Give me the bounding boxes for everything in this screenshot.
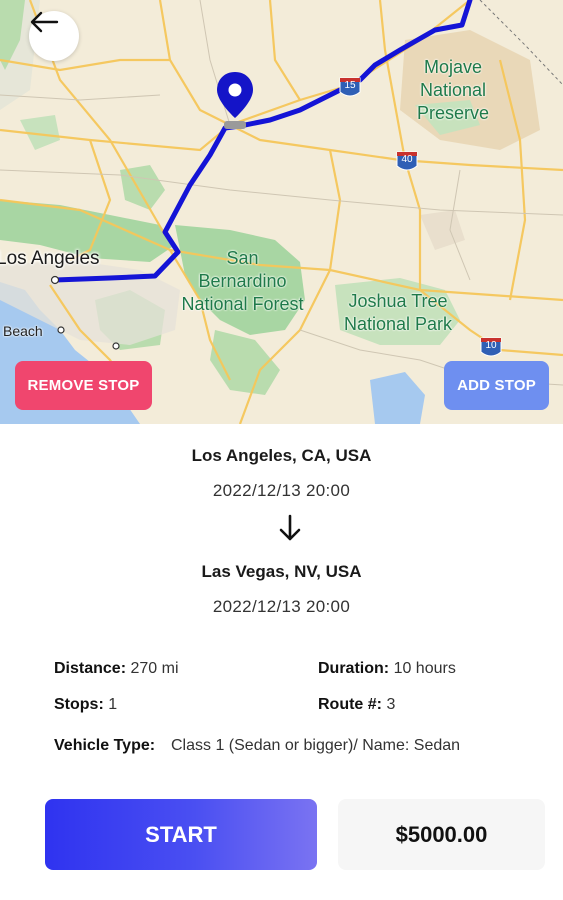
stops-value: 1 xyxy=(108,696,118,713)
price-display: $5000.00 xyxy=(338,799,545,870)
arrow-left-icon xyxy=(30,11,59,33)
route-number-label: Route #: xyxy=(318,696,382,713)
distance-detail: Distance: 270 mi xyxy=(54,657,179,680)
add-stop-button[interactable]: ADD STOP xyxy=(444,361,549,410)
san-bernardino-label-3: National Forest xyxy=(181,294,304,314)
duration-detail: Duration: 10 hours xyxy=(318,657,456,680)
vehicle-type-value: Class 1 (Sedan or bigger)/ Name: Sedan xyxy=(171,737,461,754)
distance-label: Distance: xyxy=(54,660,127,677)
vehicle-type-label: Vehicle Type: xyxy=(54,737,156,754)
interstate-10-label: 10 xyxy=(485,340,497,351)
san-bernardino-label-2: Bernardino xyxy=(198,271,287,291)
interstate-40-label: 40 xyxy=(401,154,413,165)
duration-label: Duration: xyxy=(318,660,390,677)
los-angeles-label: Los Angeles xyxy=(0,248,100,269)
distance-value: 270 mi xyxy=(130,660,179,677)
destination-city: Las Vegas, NV, USA xyxy=(201,562,362,581)
start-button[interactable]: START xyxy=(45,799,317,870)
mojave-label-3: Preserve xyxy=(416,103,490,123)
joshua-tree-label-1: Joshua Tree xyxy=(348,291,448,311)
stops-detail: Stops: 1 xyxy=(54,693,117,716)
stops-label: Stops: xyxy=(54,696,104,713)
route-map[interactable]: 15 40 10 Mojave National Preserve San Be… xyxy=(0,0,563,424)
mojave-label-2: National xyxy=(419,80,487,100)
route-number-value: 3 xyxy=(386,696,396,713)
beach-label: Beach xyxy=(3,323,43,339)
origin-city: Los Angeles, CA, USA xyxy=(191,446,372,465)
destination-time: 2022/12/13 20:00 xyxy=(212,597,351,616)
back-button[interactable] xyxy=(29,11,79,61)
arrow-down-icon xyxy=(279,514,301,541)
origin-time: 2022/12/13 20:00 xyxy=(212,481,351,500)
remove-stop-button[interactable]: REMOVE STOP xyxy=(15,361,152,410)
duration-value: 10 hours xyxy=(393,660,456,677)
joshua-tree-label-2: National Park xyxy=(343,314,453,334)
san-bernardino-label-1: San xyxy=(226,248,259,268)
route-number-detail: Route #: 3 xyxy=(318,693,395,716)
mojave-label-1: Mojave xyxy=(423,57,483,77)
interstate-15-label: 15 xyxy=(344,80,356,91)
